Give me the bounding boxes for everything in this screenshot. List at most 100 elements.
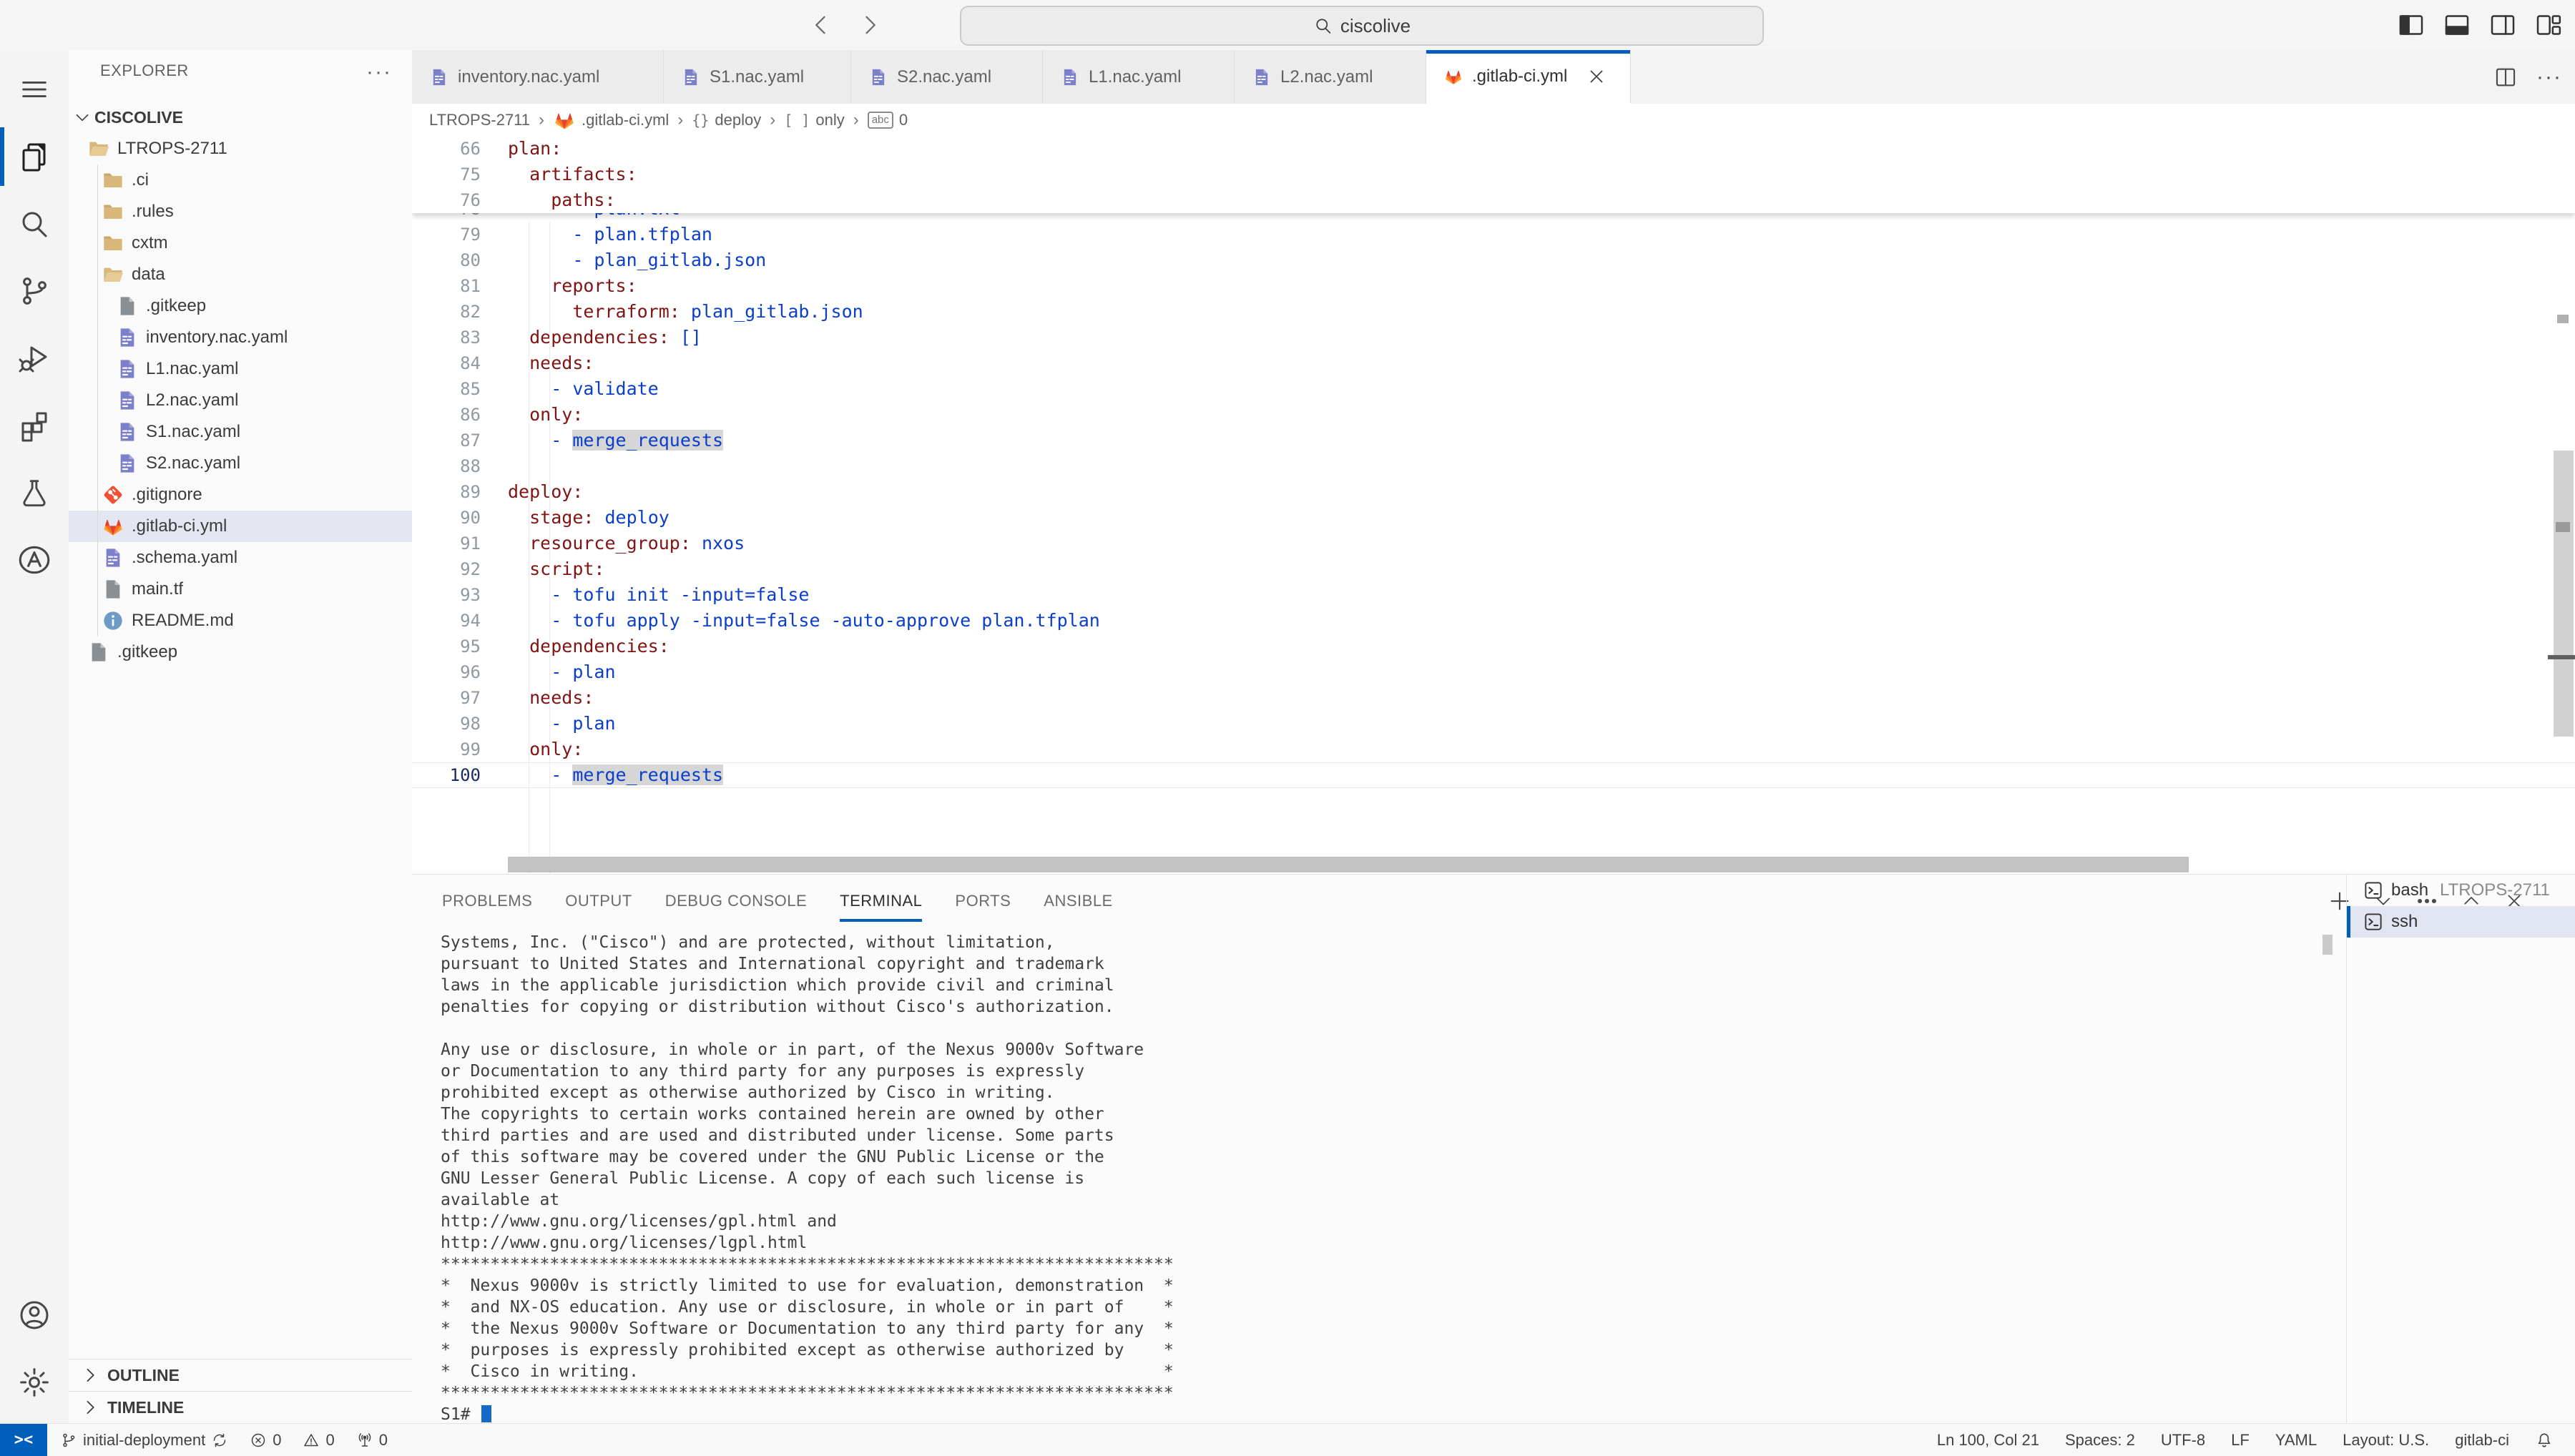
section-timeline[interactable]: TIMELINE	[69, 1391, 412, 1423]
vertical-scrollbar[interactable]	[2554, 451, 2574, 737]
activity-settings[interactable]	[0, 1349, 69, 1416]
activity-source-control[interactable]	[0, 257, 69, 325]
status-utf-8[interactable]: UTF-8	[2161, 1431, 2205, 1450]
tab-.gitlab-ci.yml[interactable]: .gitlab-ci.yml	[1426, 50, 1631, 104]
panel-tab-problems[interactable]: PROBLEMS	[442, 875, 532, 928]
terminal-session-bash[interactable]: bashLTROPS-2711	[2347, 875, 2575, 906]
status-bell[interactable]	[2535, 1431, 2554, 1450]
code-line-82: 82 terraform: plan_gitlab.json	[412, 299, 2575, 325]
tree-item-label: L1.nac.yaml	[146, 359, 238, 379]
code-editor[interactable]: 78 - plan.txt79 - plan.tfplan80 - plan_g…	[412, 136, 2575, 874]
terminal-session-ssh[interactable]: ssh	[2347, 906, 2575, 938]
line-number: 85	[412, 376, 481, 402]
toggle-primary-sidebar-icon[interactable]	[2396, 10, 2426, 40]
tab-L2.nac.yaml[interactable]: L2.nac.yaml	[1235, 50, 1426, 104]
toggle-secondary-sidebar-icon[interactable]	[2488, 10, 2518, 40]
split-editor-icon[interactable]	[2493, 65, 2518, 89]
prompt-text: S1#	[441, 1405, 480, 1424]
tree-item-README.md[interactable]: README.md	[69, 605, 412, 636]
folder-open-icon	[87, 137, 110, 160]
chevron-right-icon	[80, 1365, 100, 1385]
status-spaces-2[interactable]: Spaces: 2	[2065, 1431, 2135, 1450]
forward-arrow-icon[interactable]	[855, 11, 884, 39]
panel-tab-ports[interactable]: PORTS	[955, 875, 1011, 928]
tree-item-main.tf[interactable]: main.tf	[69, 574, 412, 605]
breadcrumb-item-only[interactable]: [ ]only	[784, 111, 844, 129]
status-error[interactable]: 0	[250, 1431, 281, 1450]
code-line-90: 90 stage: deploy	[412, 505, 2575, 531]
line-number: 80	[412, 247, 481, 273]
tree-item-inventory.nac.yaml[interactable]: inventory.nac.yaml	[69, 322, 412, 353]
breadcrumb-item-0[interactable]: abc0	[868, 111, 908, 129]
terminal-line: or Documentation to any third party for …	[441, 1061, 1174, 1082]
breadcrumb-separator: ›	[853, 110, 859, 130]
activity-extensions[interactable]	[0, 392, 69, 459]
tree-item-label: main.tf	[132, 579, 183, 599]
tab-L1.nac.yaml[interactable]: L1.nac.yaml	[1043, 50, 1235, 104]
tree-item-S2.nac.yaml[interactable]: S2.nac.yaml	[69, 448, 412, 479]
tree-item-.gitlab-ci.yml[interactable]: .gitlab-ci.yml	[69, 511, 412, 542]
status-gitlab-ci[interactable]: gitlab-ci	[2455, 1431, 2509, 1450]
tree-item-.ci[interactable]: .ci	[69, 164, 412, 196]
line-number: 86	[412, 402, 481, 428]
close-icon[interactable]	[1586, 66, 1607, 87]
customize-layout-icon[interactable]	[2534, 10, 2564, 40]
tree-item-.rules[interactable]: .rules	[69, 196, 412, 227]
tree-item-L1.nac.yaml[interactable]: L1.nac.yaml	[69, 353, 412, 385]
activity-run-debug[interactable]	[0, 325, 69, 392]
terminal-line: available at	[441, 1189, 1174, 1211]
tree-item-.schema.yaml[interactable]: .schema.yaml	[69, 542, 412, 574]
command-search-box[interactable]: ciscolive	[960, 6, 1764, 46]
breadcrumb-item-LTROPS-2711[interactable]: LTROPS-2711	[429, 111, 530, 129]
tree-item-cxtm[interactable]: cxtm	[69, 227, 412, 259]
terminal-output[interactable]: Systems, Inc. ("Cisco") and are protecte…	[441, 932, 1174, 1425]
terminal-line: ****************************************…	[441, 1254, 1174, 1275]
panel-tab-ansible[interactable]: ANSIBLE	[1044, 875, 1112, 928]
status-yaml[interactable]: YAML	[2275, 1431, 2317, 1450]
tab-S2.nac.yaml[interactable]: S2.nac.yaml	[851, 50, 1043, 104]
activity-testing[interactable]	[0, 459, 69, 526]
status-lf[interactable]: LF	[2231, 1431, 2250, 1450]
remote-indicator[interactable]: ><	[0, 1424, 47, 1456]
chevron-down-icon	[73, 108, 92, 127]
status-warning[interactable]: 0	[303, 1431, 334, 1450]
status-ln-100-col-21[interactable]: Ln 100, Col 21	[1937, 1431, 2039, 1450]
status-layout-u-s-[interactable]: Layout: U.S.	[2343, 1431, 2429, 1450]
breadcrumb-item-.gitlab-ci.yml[interactable]: .gitlab-ci.yml	[553, 109, 669, 132]
panel-tab-output[interactable]: OUTPUT	[565, 875, 632, 928]
panel-drag-handle[interactable]	[2323, 935, 2333, 955]
breadcrumb-item-deploy[interactable]: {}deploy	[692, 111, 761, 129]
tree-item-CISCOLIVE[interactable]: CISCOLIVE	[69, 102, 412, 133]
tab-S1.nac.yaml[interactable]: S1.nac.yaml	[664, 50, 851, 104]
activity-search[interactable]	[0, 190, 69, 257]
tree-item-data[interactable]: data	[69, 259, 412, 290]
activity-accounts[interactable]	[0, 1282, 69, 1349]
activity-ansible[interactable]	[0, 526, 69, 594]
warning-icon	[303, 1432, 320, 1449]
search-text: ciscolive	[1340, 15, 1411, 37]
tree-item-LTROPS-2711[interactable]: LTROPS-2711	[69, 133, 412, 164]
back-arrow-icon[interactable]	[807, 11, 835, 39]
explorer-more-icon[interactable]: ···	[366, 60, 392, 84]
panel-tab-debug-console[interactable]: DEBUG CONSOLE	[665, 875, 807, 928]
code-line-88: 88	[412, 453, 2575, 479]
code-text: stage: deploy	[508, 505, 670, 531]
tree-item-.gitignore[interactable]: .gitignore	[69, 479, 412, 511]
tree-item-.gitkeep[interactable]: .gitkeep	[69, 636, 412, 668]
tree-item-.gitkeep[interactable]: .gitkeep	[69, 290, 412, 322]
tree-item-label: cxtm	[132, 233, 168, 253]
status-radio[interactable]: 0	[356, 1431, 388, 1450]
panel-tab-terminal[interactable]: TERMINAL	[840, 875, 922, 928]
toggle-panel-icon[interactable]	[2442, 10, 2472, 40]
tab-label: S1.nac.yaml	[710, 67, 804, 87]
section-outline[interactable]: OUTLINE	[69, 1359, 412, 1391]
ansible-icon	[16, 542, 52, 578]
tree-item-S1.nac.yaml[interactable]: S1.nac.yaml	[69, 416, 412, 448]
tab-label: inventory.nac.yaml	[458, 67, 599, 87]
activity-menu[interactable]	[0, 56, 69, 123]
tree-item-L2.nac.yaml[interactable]: L2.nac.yaml	[69, 385, 412, 416]
status-branch[interactable]: initial-deployment	[60, 1431, 228, 1450]
tab-inventory.nac.yaml[interactable]: inventory.nac.yaml	[412, 50, 664, 104]
horizontal-scrollbar[interactable]	[508, 857, 2189, 872]
activity-explorer[interactable]	[0, 123, 69, 190]
